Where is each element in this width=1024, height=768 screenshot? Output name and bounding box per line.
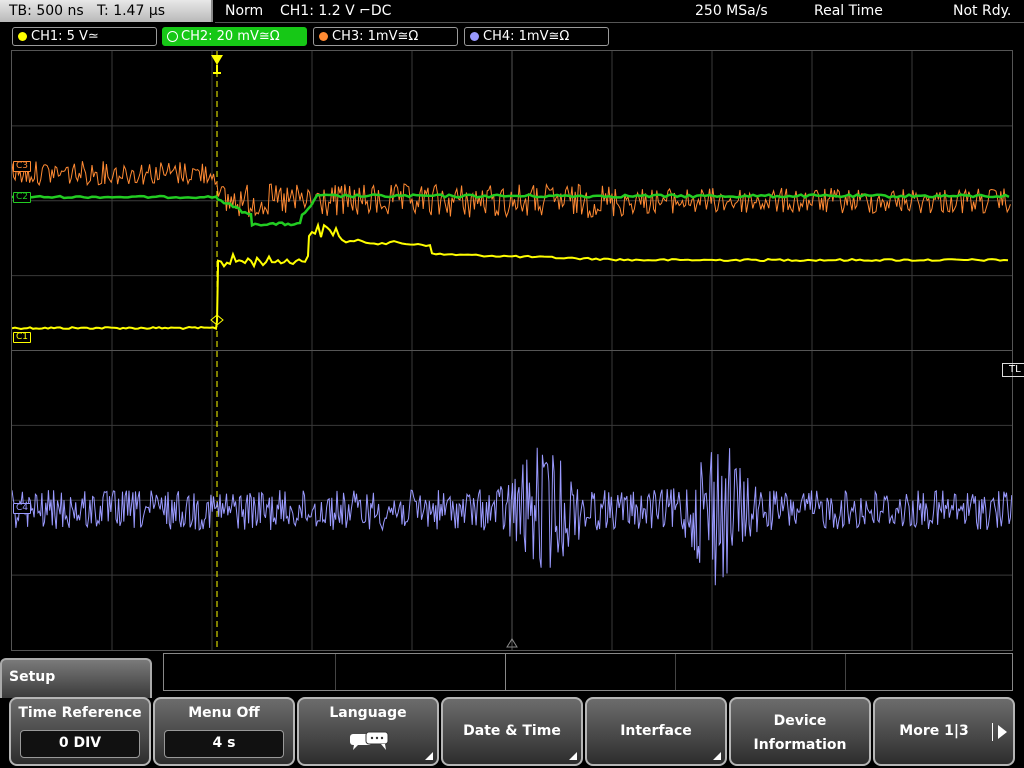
- softkey-label: Menu Off: [188, 705, 260, 721]
- softkey-label: Date & Time: [463, 723, 561, 739]
- menu-off-button[interactable]: Menu Off 4 s: [153, 697, 295, 766]
- channel-tab-label: CH4: 1mV≅Ω: [483, 29, 570, 44]
- interface-button[interactable]: Interface: [585, 697, 727, 766]
- more-button[interactable]: More 1|3: [873, 697, 1015, 766]
- channel-tab-ch2[interactable]: CH2: 20 mV≅Ω: [162, 27, 307, 46]
- time-reference-value: 0 DIV: [20, 730, 140, 758]
- ch3-offset-marker[interactable]: C3: [13, 161, 32, 172]
- ch1-offset-marker[interactable]: C1: [13, 332, 32, 343]
- softkey-label: Interface: [620, 723, 692, 739]
- graticule: [12, 51, 1012, 650]
- page-separator: [992, 723, 993, 741]
- sample-rate: 250 MSa/s: [695, 3, 768, 19]
- status-bar: TB: 500 ns T: 1.47 µs Norm CH1: 1.2 V ⌐D…: [0, 0, 1024, 24]
- timebase-readout[interactable]: TB: 500 ns T: 1.47 µs: [0, 0, 213, 22]
- time-reference-button[interactable]: Time Reference 0 DIV: [9, 697, 151, 766]
- language-button[interactable]: Language: [297, 697, 439, 766]
- channel-tab-label: CH1: 5 V≃: [31, 29, 99, 44]
- next-page-icon: [998, 725, 1007, 739]
- channel-tab-ch1[interactable]: CH1: 5 V≃: [12, 27, 157, 46]
- submenu-indicator-icon: [713, 752, 721, 760]
- waveform-canvas: [12, 51, 1012, 650]
- ch2-color-dot: [167, 31, 178, 42]
- ch1-waveform: [12, 221, 1009, 331]
- channel-tab-ch3[interactable]: CH3: 1mV≅Ω: [313, 27, 458, 46]
- channel-tab-label: CH3: 1mV≅Ω: [332, 29, 419, 44]
- submenu-indicator-icon: [569, 752, 577, 760]
- trigger-status: Not Rdy.: [953, 3, 1012, 19]
- trigger-mode: Norm: [225, 3, 264, 19]
- acquisition-mode: Real Time: [814, 3, 883, 19]
- date-time-button[interactable]: Date & Time: [441, 697, 583, 766]
- strip-divider: [505, 654, 506, 690]
- trigger-level-marker[interactable]: TL: [1002, 363, 1024, 377]
- ch2-offset-marker[interactable]: C2: [13, 192, 32, 203]
- ch1-color-dot: [18, 32, 27, 41]
- ch3-color-dot: [319, 32, 328, 41]
- softkey-label: Language: [329, 705, 407, 721]
- ch4-offset-marker[interactable]: C4: [13, 503, 32, 514]
- strip-divider: [335, 654, 336, 690]
- softkey-label-line2: Information: [753, 737, 847, 753]
- trigger-position-icon[interactable]: [211, 55, 223, 65]
- submenu-indicator-icon: [425, 752, 433, 760]
- ch4-color-dot: [470, 32, 479, 41]
- trigger-source: CH1: 1.2 V ⌐DC: [280, 3, 392, 19]
- menu-info-strip: [163, 653, 1013, 691]
- strip-divider: [675, 654, 676, 690]
- menu-off-value: 4 s: [164, 730, 284, 758]
- menu-title: Setup: [0, 658, 152, 698]
- status-divider: [215, 22, 1024, 23]
- strip-divider: [845, 654, 846, 690]
- channel-tab-ch4[interactable]: CH4: 1mV≅Ω: [464, 27, 609, 46]
- waveform-display[interactable]: C3 C2 C1 C4 TL: [11, 50, 1024, 651]
- ch3-waveform: [12, 161, 1011, 219]
- device-information-button[interactable]: Device Information: [729, 697, 871, 766]
- softkey-label: Time Reference: [18, 705, 142, 721]
- speech-bubbles-icon: [350, 731, 389, 750]
- channel-tab-label: CH2: 20 mV≅Ω: [181, 29, 280, 44]
- softkey-label: Device: [773, 713, 827, 729]
